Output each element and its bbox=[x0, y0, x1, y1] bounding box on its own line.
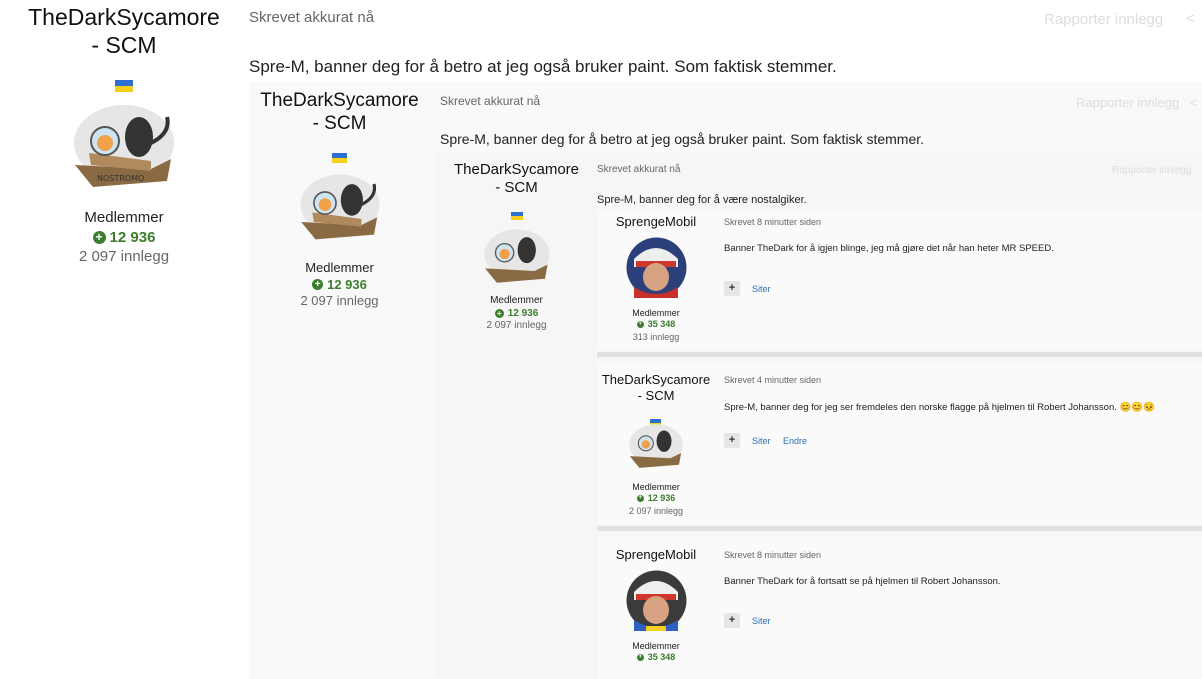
thread-post-1 bbox=[597, 210, 1202, 350]
share-icon[interactable]: < bbox=[1186, 10, 1195, 27]
quote-plus-icon: + bbox=[724, 613, 740, 628]
quote-plus-icon: + bbox=[724, 281, 740, 296]
thread-divider bbox=[597, 352, 1202, 357]
thread-post-1-quote: Siter bbox=[752, 284, 771, 294]
avatar[interactable]: NOSTROMO bbox=[71, 103, 177, 189]
nested1-post-count: 2 097 innlegg bbox=[300, 292, 379, 308]
thread-post-2-reputation-value: 12 936 bbox=[647, 493, 676, 503]
thread-post-2-avatar bbox=[627, 423, 685, 469]
thread-post-3-group: Medlemmer bbox=[632, 641, 680, 651]
plus-circle-icon: + bbox=[92, 231, 106, 245]
thread-post-3-text: Banner TheDark for å fortsatt se på hjel… bbox=[724, 576, 1001, 587]
reputation-value: 12 936 bbox=[109, 229, 156, 247]
thread-post-2-time: Skrevet 4 minutter siden bbox=[724, 375, 822, 385]
nested2-content: Spre-M, banner deg for å være nostalgike… bbox=[597, 194, 807, 206]
quote-plus-icon: + bbox=[724, 433, 740, 448]
thread-post-1-group: Medlemmer bbox=[632, 308, 680, 318]
nested2-author-name: TheDarkSycamore - SCM bbox=[444, 161, 589, 197]
thread-post-3-author: SprengeMobil bbox=[615, 547, 697, 562]
thread-post-1-time: Skrevet 8 minutter siden bbox=[724, 217, 822, 227]
thread-post-2-author-line1: TheDarkSycamore bbox=[601, 372, 711, 387]
thread-post-3-avatar bbox=[626, 570, 687, 631]
nested1-author-line2: - SCM bbox=[312, 112, 367, 134]
nested2-timestamp: Skrevet akkurat nå bbox=[597, 164, 681, 175]
member-group: Medlemmer bbox=[84, 209, 164, 227]
svg-text:NOSTROMO: NOSTROMO bbox=[97, 174, 144, 183]
nested2-author-column: TheDarkSycamore - SCM Medlemmer + 12 936… bbox=[444, 161, 589, 331]
report-post-link[interactable]: Rapporter innlegg bbox=[1044, 11, 1163, 28]
reputation-badge[interactable]: + 12 936 bbox=[14, 229, 234, 246]
nested1-report-link: Rapporter innlegg bbox=[1076, 95, 1180, 110]
nested1-author-column: TheDarkSycamore - SCM Medlemmer + 12 936… bbox=[252, 90, 427, 308]
nested2-post-count: 2 097 innlegg bbox=[486, 320, 547, 331]
nested1-reputation-value: 12 936 bbox=[327, 276, 367, 292]
thread-post-3-reputation-value: 35 348 bbox=[647, 652, 676, 662]
nested2-reputation: + 12 936 bbox=[444, 308, 589, 319]
plus-circle-icon: + bbox=[636, 653, 644, 661]
thread-post-1-reputation-value: 35 348 bbox=[647, 319, 676, 329]
thread-post-2-quote: Siter bbox=[752, 436, 771, 446]
author-name-line1[interactable]: TheDarkSycamore bbox=[14, 4, 234, 32]
thread-post-2-text: Spre-M, banner deg for jeg ser fremdeles… bbox=[724, 402, 1156, 413]
author-name[interactable]: TheDarkSycamore - SCM bbox=[14, 4, 234, 59]
share-icon: < bbox=[1190, 95, 1198, 110]
post-content: Spre-M, banner deg for å betro at jeg og… bbox=[249, 57, 837, 76]
nested1-member-group: Medlemmer bbox=[305, 259, 374, 275]
thread-post-2-group: Medlemmer bbox=[632, 482, 680, 492]
nested2-report-link: Rapporter innlegg bbox=[1112, 165, 1192, 176]
thread-post-2-author: TheDarkSycamore - SCM bbox=[597, 372, 715, 403]
thread-post-2-edit: Endre bbox=[783, 436, 808, 446]
nested1-timestamp: Skrevet akkurat nå bbox=[440, 94, 541, 108]
thread-post-1-count: 313 innlegg bbox=[632, 332, 680, 342]
thread-post-1-reputation: + 35 348 bbox=[597, 319, 715, 329]
thread-post-1-avatar bbox=[626, 237, 687, 298]
nested2-author-line1: TheDarkSycamore bbox=[453, 161, 580, 178]
nested2-reputation-value: 12 936 bbox=[507, 308, 539, 319]
ukraine-flag-icon bbox=[332, 152, 347, 163]
thread-post-2-author-line2: - SCM bbox=[637, 387, 675, 403]
ukraine-flag-icon bbox=[510, 212, 523, 220]
plus-circle-icon: + bbox=[312, 278, 324, 290]
thread-post-3-quote: Siter bbox=[752, 616, 771, 626]
plus-circle-icon: + bbox=[636, 494, 644, 502]
nested1-author-name: TheDarkSycamore - SCM bbox=[252, 90, 427, 136]
nested1-avatar bbox=[297, 173, 383, 241]
post-timestamp: Skrevet akkurat nå bbox=[249, 9, 375, 26]
thread-post-1-text: Banner TheDark for å igjen blinge, jeg m… bbox=[724, 243, 1054, 254]
ukraine-flag-icon bbox=[115, 80, 133, 93]
nested2-avatar bbox=[482, 228, 552, 284]
thread-post-2-count: 2 097 innlegg bbox=[628, 506, 684, 516]
thread-post-2-reputation: + 12 936 bbox=[597, 493, 715, 503]
nested2-member-group: Medlemmer bbox=[490, 295, 543, 306]
plus-circle-icon: + bbox=[636, 320, 644, 328]
thread-divider bbox=[597, 526, 1202, 531]
thread-post-1-author: SprengeMobil bbox=[615, 214, 697, 229]
thread-post-3-time: Skrevet 8 minutter siden bbox=[724, 550, 822, 560]
nested1-author-line1: TheDarkSycamore bbox=[260, 90, 419, 111]
post-author-column: TheDarkSycamore - SCM NOSTROMO Medlemmer… bbox=[14, 4, 234, 265]
author-name-line2[interactable]: - SCM bbox=[14, 32, 234, 60]
nested1-content: Spre-M, banner deg for å betro at jeg og… bbox=[440, 131, 925, 147]
nested1-reputation: + 12 936 bbox=[252, 277, 427, 292]
plus-circle-icon: + bbox=[494, 309, 504, 318]
nested2-author-line2: - SCM bbox=[495, 179, 538, 196]
thread-post-3-reputation: + 35 348 bbox=[597, 652, 715, 662]
post-count: 2 097 innlegg bbox=[78, 248, 170, 266]
